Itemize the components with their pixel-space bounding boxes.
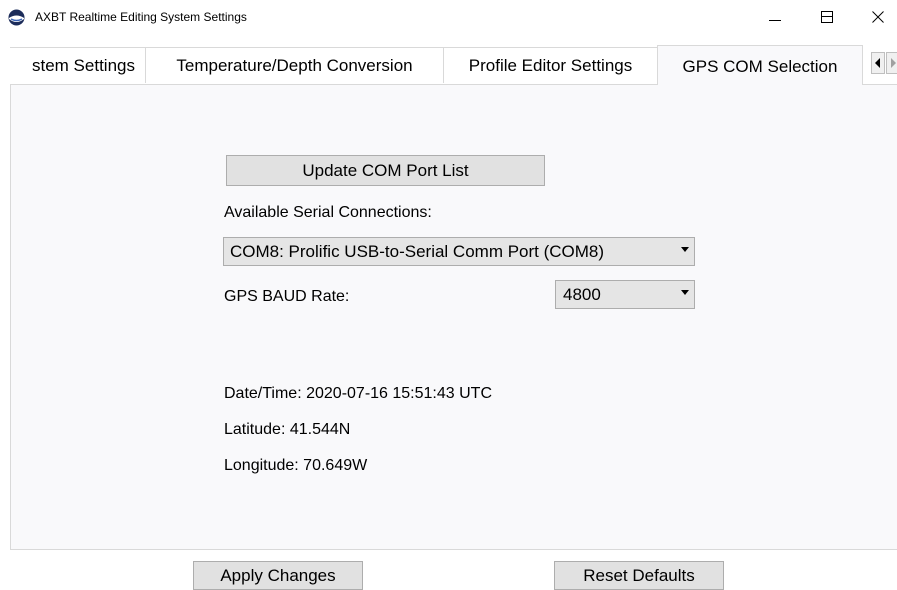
tab-label: Temperature/Depth Conversion [176,56,413,75]
update-com-port-list-button[interactable]: Update COM Port List [226,155,545,186]
tab-label: Profile Editor Settings [468,56,633,75]
gps-longitude-text: Longitude: 70.649W [224,457,368,474]
available-serial-connections-label: Available Serial Connections: [224,204,432,221]
gps-latitude-text: Latitude: 41.544N [224,421,351,438]
serial-port-value: COM8: Prolific USB-to-Serial Comm Port (… [230,242,605,261]
gps-datetime-text: Date/Time: 2020-07-16 15:51:43 UTC [224,385,492,402]
minimize-control[interactable] [753,8,793,26]
close-button[interactable] [862,8,892,26]
gps-baud-rate-label: GPS BAUD Rate: [224,288,350,305]
settings-window: AXBT Realtime Editing System Settings st… [0,0,897,590]
tab-profile-editor-settings[interactable]: Profile Editor Settings [443,47,658,83]
reset-defaults-button[interactable]: Reset Defaults [554,561,724,590]
globe-icon [8,9,25,26]
tab-system-settings[interactable]: stem Settings [10,47,146,83]
maximize-control[interactable] [807,8,847,26]
maximize-icon [821,11,833,23]
tab-gps-com-selection[interactable]: GPS COM Selection [657,45,863,85]
baud-rate-select[interactable]: 4800 [555,280,695,309]
tab-label: stem Settings [32,56,135,75]
tab-label: GPS COM Selection [682,57,838,76]
chevron-down-icon [681,247,689,252]
tab-strip: stem Settings Temperature/Depth Conversi… [10,45,897,85]
baud-rate-value: 4800 [563,285,601,304]
tab-scroll-right-button[interactable] [886,52,897,74]
serial-port-select[interactable]: COM8: Prolific USB-to-Serial Comm Port (… [223,237,695,266]
tab-scroll-left-button[interactable] [871,52,885,74]
minimize-icon [769,20,781,21]
apply-changes-button[interactable]: Apply Changes [193,561,363,590]
close-icon [872,11,884,23]
gps-com-panel: Update COM Port List Available Serial Co… [10,84,897,550]
window-title: AXBT Realtime Editing System Settings [35,10,247,24]
tab-temperature-depth-conversion[interactable]: Temperature/Depth Conversion [145,47,444,83]
triangle-right-icon [891,58,896,68]
triangle-left-icon [875,58,880,68]
chevron-down-icon [681,290,689,295]
